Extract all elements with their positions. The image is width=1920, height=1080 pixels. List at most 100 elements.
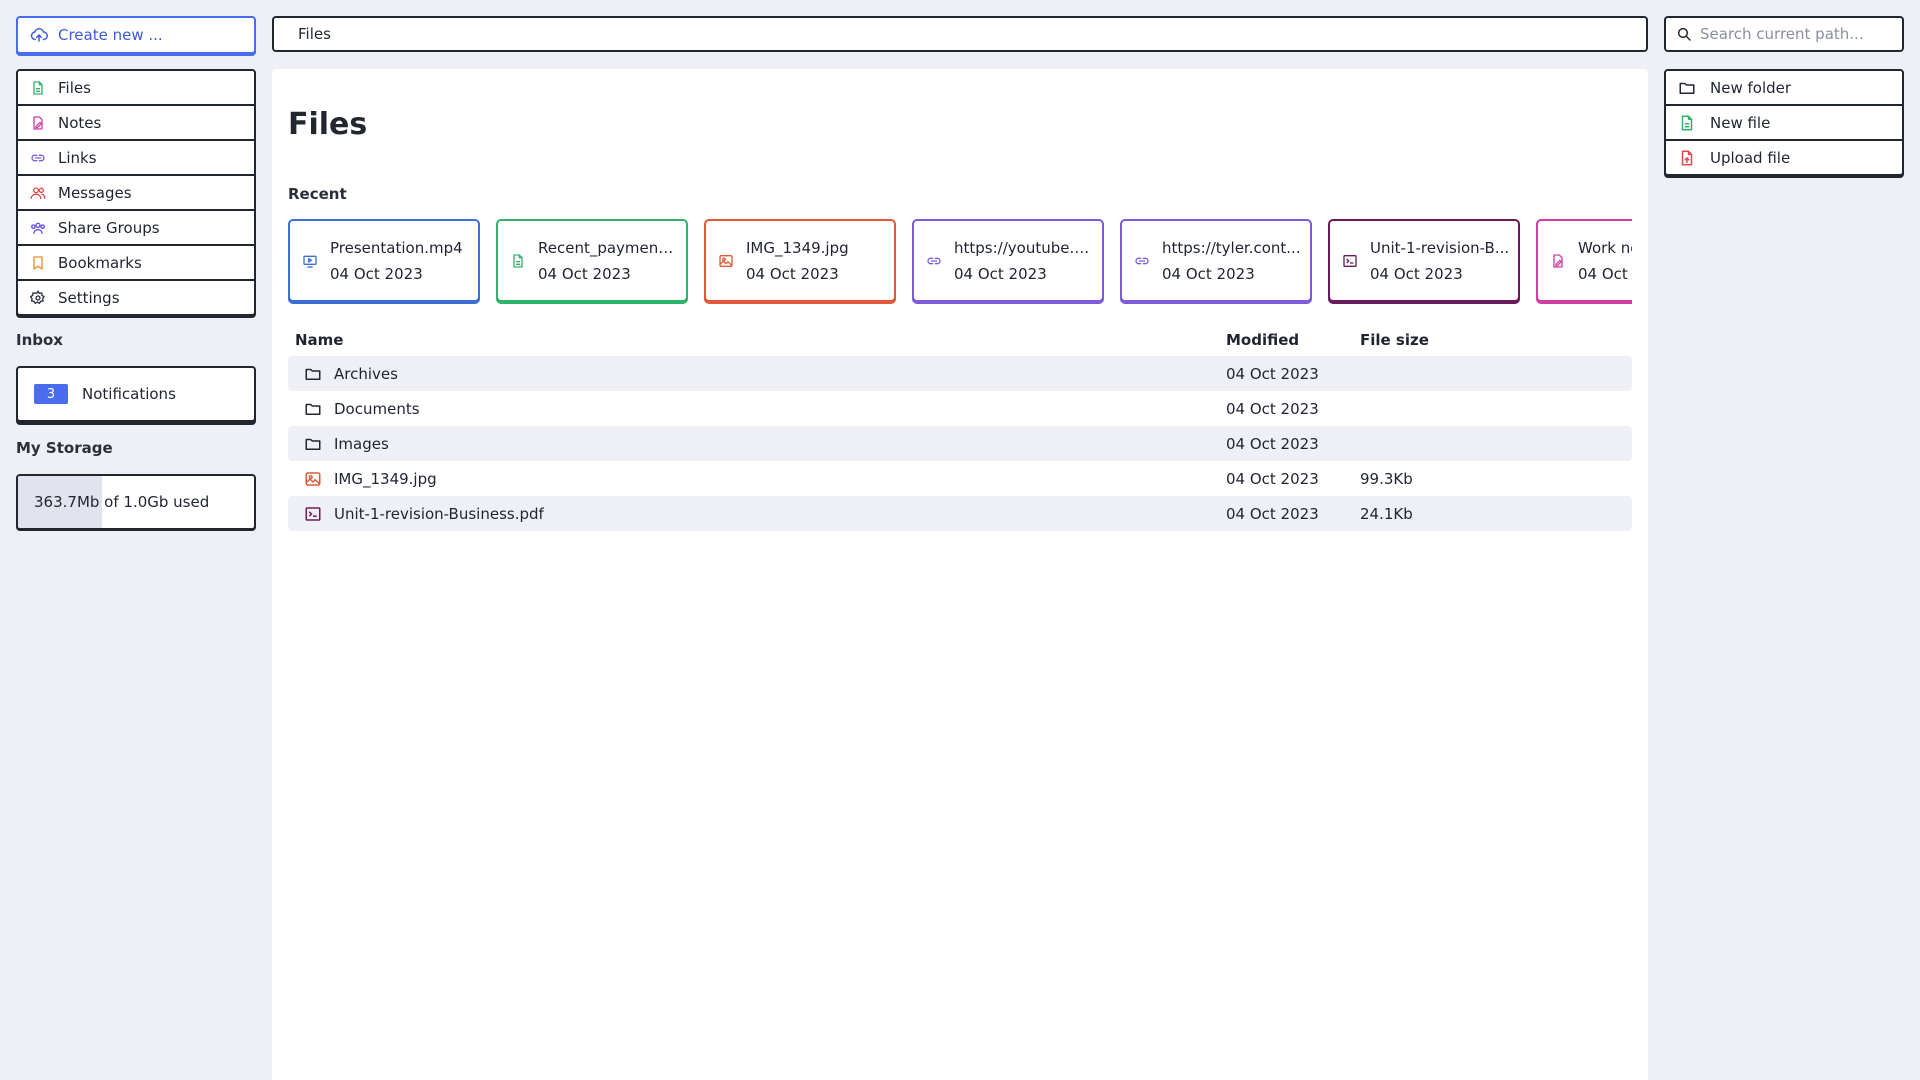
sidebar-item-label: Share Groups (58, 218, 160, 237)
column-header-name[interactable]: Name (288, 331, 1226, 349)
recent-card[interactable]: Recent_payment... 04 Oct 2023 (496, 219, 688, 302)
recent-card-date: 04 Oct 2023 (746, 264, 839, 283)
folder-icon (304, 435, 322, 453)
row-name: Archives (334, 364, 398, 383)
upload-file-button[interactable]: Upload file (1666, 139, 1902, 174)
sidebar-item-label: Links (58, 148, 97, 167)
note-pen-icon (30, 115, 46, 131)
pdf-icon (304, 505, 322, 523)
sidebar-item-label: Messages (58, 183, 132, 202)
folder-icon (304, 400, 322, 418)
bookmark-icon (30, 255, 46, 271)
row-modified: 04 Oct 2023 (1226, 434, 1319, 453)
path-bar[interactable]: Files (272, 16, 1648, 52)
inbox-heading: Inbox (16, 331, 63, 349)
row-name: IMG_1349.jpg (334, 469, 437, 488)
recent-card[interactable]: https://youtube.c... 04 Oct 2023 (912, 219, 1104, 302)
upload-file-icon (1678, 149, 1696, 167)
recent-card-date: 04 Oct 2023 (538, 264, 631, 283)
recent-card-name: Unit-1-revision-B... (1370, 238, 1510, 257)
image-icon (304, 470, 322, 488)
storage-usage-text: 363.7Mb of 1.0Gb used (34, 493, 210, 511)
sidebar-item-label: Settings (58, 288, 120, 307)
users-icon (30, 185, 46, 201)
link-icon (1134, 253, 1150, 269)
column-header-modified[interactable]: Modified (1226, 331, 1360, 349)
recent-card-name: https://tyler.cont... (1162, 238, 1301, 257)
action-label: New file (1710, 113, 1771, 132)
sidebar-item-links[interactable]: Links (18, 139, 254, 174)
link-icon (30, 150, 46, 166)
storage-meter: 363.7Mb of 1.0Gb used (16, 474, 256, 530)
row-modified: 04 Oct 2023 (1226, 469, 1319, 488)
table-row[interactable]: Archives 04 Oct 2023 (288, 356, 1632, 391)
table-row[interactable]: Images 04 Oct 2023 (288, 426, 1632, 461)
recent-card-name: Recent_payment... (538, 238, 678, 257)
video-icon (302, 253, 318, 269)
sidebar-item-notes[interactable]: Notes (18, 104, 254, 139)
recent-card[interactable]: Work no 04 Oct 2 (1536, 219, 1632, 302)
recent-items-strip[interactable]: Presentation.mp4 04 Oct 2023 Recent_payme… (288, 219, 1632, 305)
table-row[interactable]: IMG_1349.jpg 04 Oct 2023 99.3Kb (288, 461, 1632, 496)
actions-panel: New folder New file Upload file (1664, 69, 1904, 176)
note-pen-icon (1550, 253, 1566, 269)
sidebar-item-settings[interactable]: Settings (18, 279, 254, 314)
folder-icon (1678, 79, 1696, 97)
recent-card[interactable]: https://tyler.cont... 04 Oct 2023 (1120, 219, 1312, 302)
recent-card[interactable]: IMG_1349.jpg 04 Oct 2023 (704, 219, 896, 302)
folder-icon (304, 365, 322, 383)
notifications-button[interactable]: 3 Notifications (16, 366, 256, 422)
gear-icon (30, 289, 46, 306)
recent-card[interactable]: Presentation.mp4 04 Oct 2023 (288, 219, 480, 302)
recent-card-name: IMG_1349.jpg (746, 238, 849, 257)
sidebar-item-bookmarks[interactable]: Bookmarks (18, 244, 254, 279)
sidebar-item-share-groups[interactable]: Share Groups (18, 209, 254, 244)
row-modified: 04 Oct 2023 (1226, 399, 1319, 418)
create-new-button[interactable]: Create new ... (16, 16, 256, 54)
row-name: Images (334, 434, 389, 453)
notification-count-badge: 3 (34, 384, 68, 404)
row-size: 99.3Kb (1360, 469, 1413, 488)
create-new-label: Create new ... (58, 26, 163, 44)
search-icon (1676, 26, 1692, 42)
recent-heading: Recent (288, 185, 347, 203)
file-icon (30, 80, 46, 96)
column-header-size[interactable]: File size (1360, 331, 1560, 349)
current-path: Files (298, 25, 331, 43)
recent-card-date: 04 Oct 2023 (1370, 264, 1463, 283)
notifications-label: Notifications (82, 385, 176, 403)
recent-card-name: Presentation.mp4 (330, 238, 463, 257)
recent-card[interactable]: Unit-1-revision-B... 04 Oct 2023 (1328, 219, 1520, 302)
row-name: Documents (334, 399, 420, 418)
row-size: 24.1Kb (1360, 504, 1413, 523)
recent-card-date: 04 Oct 2 (1578, 264, 1632, 283)
sidebar-item-files[interactable]: Files (18, 71, 254, 104)
new-file-button[interactable]: New file (1666, 104, 1902, 139)
sidebar-item-label: Files (58, 78, 91, 97)
table-row[interactable]: Documents 04 Oct 2023 (288, 391, 1632, 426)
recent-card-name: Work no (1578, 238, 1632, 257)
new-folder-button[interactable]: New folder (1666, 71, 1902, 104)
file-icon (510, 253, 526, 269)
sidebar-item-messages[interactable]: Messages (18, 174, 254, 209)
recent-card-name: https://youtube.c... (954, 238, 1094, 257)
table-row[interactable]: Unit-1-revision-Business.pdf 04 Oct 2023… (288, 496, 1632, 531)
files-table: Name Modified File size Archives 04 Oct … (288, 324, 1632, 531)
recent-card-date: 04 Oct 2023 (330, 264, 423, 283)
sidebar-item-label: Notes (58, 113, 102, 132)
sidebar-item-label: Bookmarks (58, 253, 142, 272)
sidebar-nav: Files Notes Links Messages Share Groups … (16, 69, 256, 316)
recent-card-date: 04 Oct 2023 (954, 264, 1047, 283)
file-icon (1678, 114, 1696, 132)
recent-card-date: 04 Oct 2023 (1162, 264, 1255, 283)
row-modified: 04 Oct 2023 (1226, 364, 1319, 383)
pdf-icon (1342, 253, 1358, 269)
search-input[interactable] (1700, 25, 1890, 43)
image-icon (718, 253, 734, 269)
action-label: Upload file (1710, 148, 1791, 167)
search-box[interactable] (1664, 16, 1904, 52)
row-name: Unit-1-revision-Business.pdf (334, 504, 544, 523)
link-icon (926, 253, 942, 269)
cloud-upload-icon (30, 26, 48, 44)
action-label: New folder (1710, 78, 1792, 97)
